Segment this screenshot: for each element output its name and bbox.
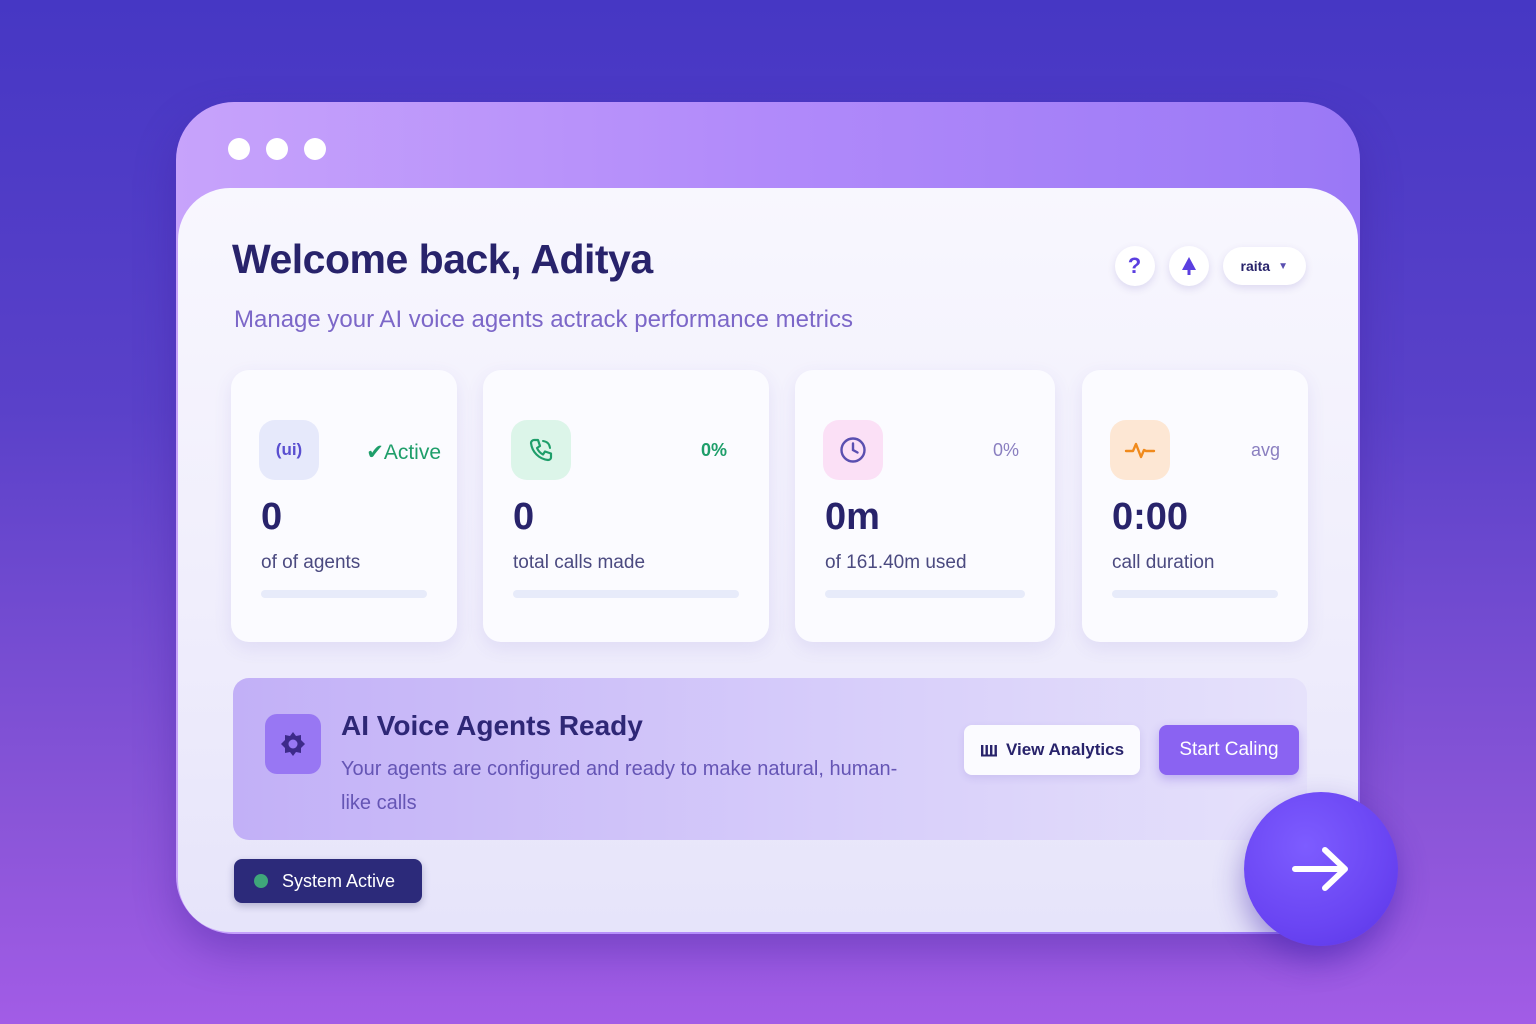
page-title: Welcome back, Aditya [232,236,653,282]
stat-card-agents[interactable]: (ui) ✔Active 0 of of agents [231,370,457,642]
checkmark-icon: ✔ [366,441,384,464]
window-dot[interactable] [304,138,326,160]
progress-bar [513,590,739,598]
help-button[interactable]: ? [1114,246,1155,286]
app-window: Welcome back, Aditya Manage your AI voic… [176,102,1360,934]
question-mark-icon: ? [1127,253,1142,278]
window-controls [228,138,326,160]
view-analytics-button[interactable]: View Analytics [964,725,1140,775]
banner-description: Your agents are configured and ready to … [341,758,898,814]
stat-value: 0:00 [1112,496,1189,538]
stat-value: 0 [513,496,535,538]
window-dot[interactable] [228,138,250,160]
arrow-right-icon [1292,847,1348,891]
change-badge: 0% [700,440,727,460]
phone-icon [511,420,571,480]
status-badge: ✔Active [366,441,441,464]
chevron-down-icon: ▼ [1278,260,1288,272]
dashboard-panel: Welcome back, Aditya Manage your AI voic… [178,188,1358,932]
user-name: raita [1240,258,1271,274]
gear-icon [265,714,321,774]
agents-ready-banner: AI Voice Agents Ready Your agents are co… [233,678,1307,840]
tree-icon [1181,257,1196,275]
start-calling-button[interactable]: Start Caling [1159,725,1299,775]
view-analytics-label: View Analytics [1005,740,1125,759]
stat-card-minutes[interactable]: 0% 0m of 161.40m used [795,370,1055,642]
ui-icon: (ui) [259,420,319,480]
bar-chart-icon [980,745,997,757]
stat-label: of 161.40m used [825,552,967,573]
clock-icon [823,420,883,480]
avg-badge: avg [1250,440,1280,460]
stat-label: total calls made [513,552,646,573]
system-status-label: System Active [282,870,396,891]
status-dot [254,874,268,888]
system-status-badge: System Active [234,859,422,903]
stat-label: call duration [1112,552,1215,573]
window-dot[interactable] [266,138,288,160]
progress-bar [261,590,427,598]
stat-value: 0m [825,496,880,538]
header-actions: ? raita ▼ [1114,246,1306,286]
stat-value: 0 [261,496,283,538]
next-button[interactable] [1244,792,1398,946]
banner-title: AI Voice Agents Ready [341,710,643,741]
change-badge: 0% [992,440,1019,460]
page-subtitle: Manage your AI voice agents actrack perf… [234,306,853,333]
stat-card-duration[interactable]: avg 0:00 call duration [1082,370,1308,642]
stat-card-calls[interactable]: 0% 0 total calls made [483,370,769,642]
user-menu-button[interactable]: raita ▼ [1222,247,1306,285]
stat-label: of of agents [261,552,361,573]
progress-bar [1112,590,1278,598]
notification-button[interactable] [1168,246,1209,286]
progress-bar [825,590,1025,598]
activity-icon [1110,420,1170,480]
